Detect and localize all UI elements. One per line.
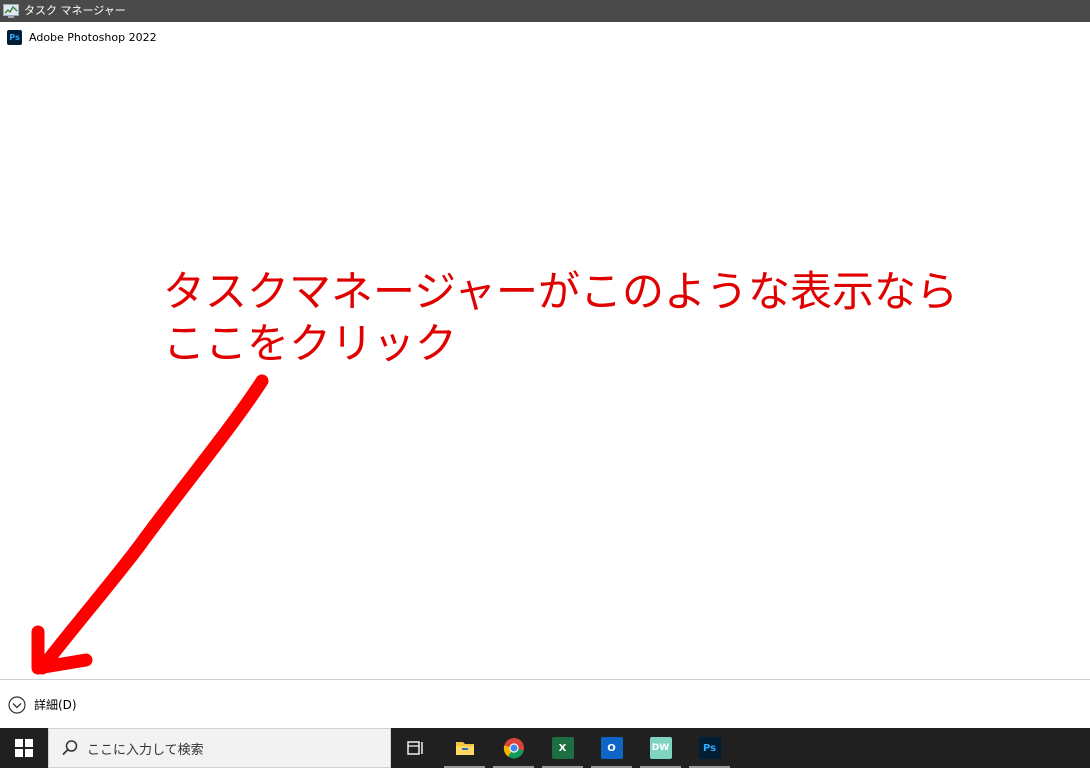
search-placeholder: ここに入力して検索 <box>87 742 204 758</box>
taskbar-photoshop[interactable]: Ps <box>685 728 734 768</box>
dreamweaver-icon: DW <box>649 737 672 759</box>
title-bar: タスク マネージャー <box>0 0 1090 22</box>
dreamweaver-icon-letters: DW <box>651 743 670 753</box>
search-icon <box>62 740 78 756</box>
outlook-icon-letter: O <box>607 742 616 754</box>
chrome-icon <box>503 738 524 759</box>
details-toggle-button[interactable]: 詳細(D) <box>8 695 77 714</box>
outlook-icon: O <box>600 737 623 759</box>
task-view-button[interactable] <box>391 728 440 768</box>
details-label: 詳細(D) <box>34 698 77 712</box>
annotation-line-1: タスクマネージャーがこのような表示なら <box>163 267 959 316</box>
process-row[interactable]: Ps Adobe Photoshop 2022 <box>0 26 1090 48</box>
task-manager-icon <box>3 4 19 18</box>
photoshop-icon-letters: Ps <box>702 742 717 754</box>
chevron-down-circle-icon <box>8 695 26 714</box>
annotation-line-2: ここをクリック <box>163 319 458 368</box>
taskbar-dreamweaver[interactable]: DW <box>636 728 685 768</box>
windows-icon <box>15 739 33 757</box>
details-bar: 詳細(D) <box>0 679 1090 729</box>
taskbar-excel[interactable]: X <box>538 728 587 768</box>
task-view-icon <box>406 741 423 755</box>
taskbar-search-box[interactable]: ここに入力して検索 <box>48 728 391 768</box>
taskbar: ここに入力して検索 X O DW Ps <box>0 728 1090 768</box>
excel-icon: X <box>551 737 574 759</box>
photoshop-icon: Ps <box>7 29 22 45</box>
photoshop-icon: Ps <box>698 737 721 759</box>
taskbar-outlook[interactable]: O <box>587 728 636 768</box>
window-title: タスク マネージャー <box>24 4 126 17</box>
start-button[interactable] <box>0 728 48 768</box>
taskbar-file-explorer[interactable] <box>440 728 489 768</box>
process-name: Adobe Photoshop 2022 <box>29 30 157 44</box>
folder-icon <box>455 742 474 755</box>
annotation-text: タスクマネージャーがこのような表示なら ここをクリック <box>163 266 958 370</box>
taskbar-chrome[interactable] <box>489 728 538 768</box>
excel-icon-letter: X <box>558 742 567 754</box>
